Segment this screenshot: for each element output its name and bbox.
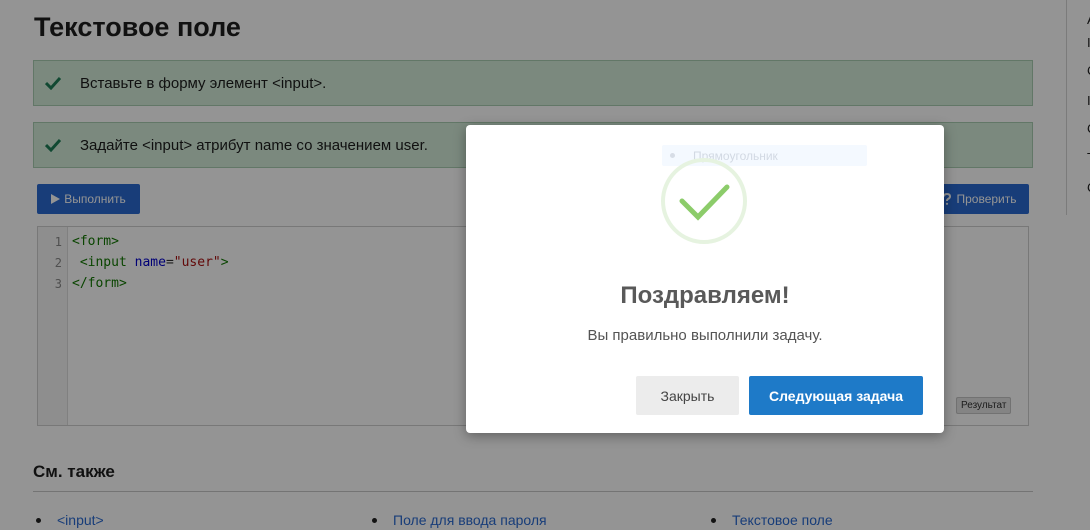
next-task-button[interactable]: Следующая задача [749, 376, 923, 415]
modal-text: Вы правильно выполнили задачу. [587, 327, 823, 344]
modal-title: Поздравляем! [620, 282, 790, 309]
success-modal: Прямоугольник Поздравляем! Вы правильно … [466, 125, 944, 433]
success-check-icon [661, 158, 747, 244]
close-button[interactable]: Закрыть [636, 376, 739, 415]
